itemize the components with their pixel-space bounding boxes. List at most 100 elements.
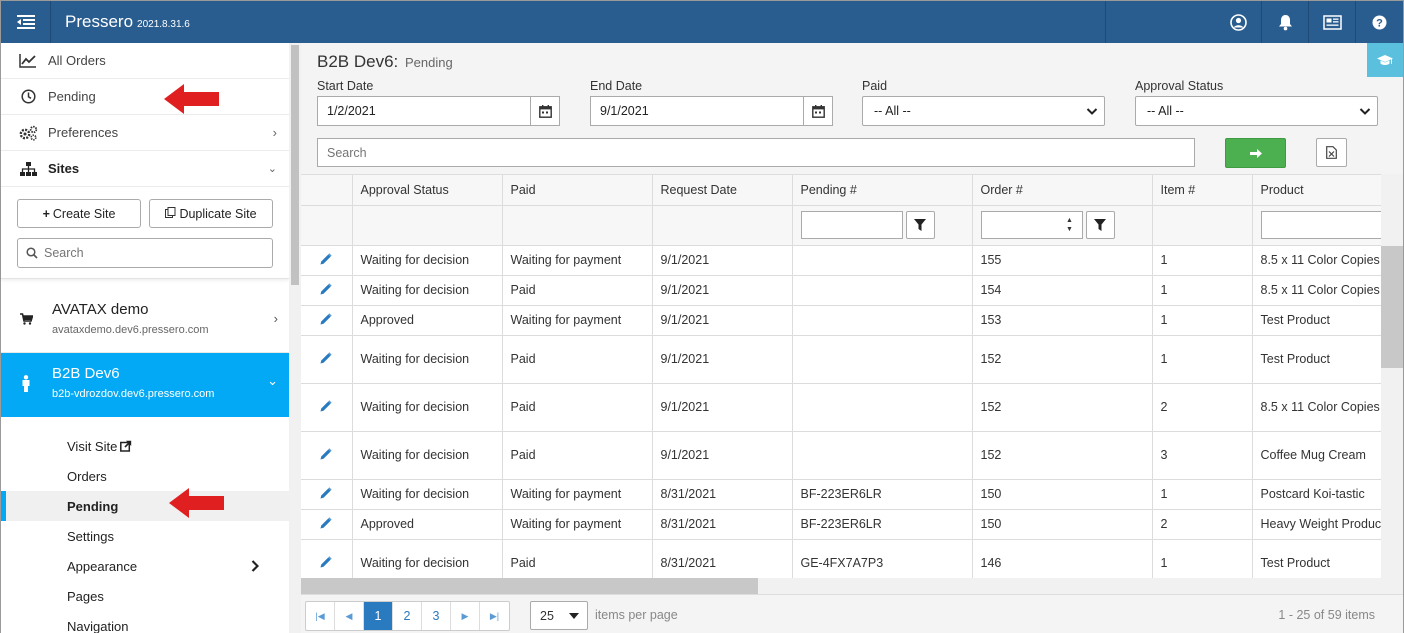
pencil-icon[interactable] — [320, 351, 332, 364]
sub-navigation[interactable]: Navigation — [1, 611, 289, 633]
table-row[interactable]: Waiting for decision Waiting for payment 9… — [301, 245, 1381, 276]
nav-preferences[interactable]: Preferences › — [1, 115, 289, 151]
filter-icon — [914, 219, 926, 231]
help-button[interactable]: ? — [1356, 1, 1402, 43]
start-date-input[interactable] — [318, 97, 530, 125]
col-pending-number[interactable]: Pending # — [792, 175, 973, 206]
sub-orders[interactable]: Orders — [1, 461, 289, 491]
create-site-button[interactable]: + Create Site — [17, 199, 141, 228]
sub-pending[interactable]: Pending — [1, 491, 289, 521]
grid-search-input[interactable] — [327, 145, 1127, 160]
sub-settings[interactable]: Settings — [1, 521, 289, 551]
edit-cell[interactable] — [301, 305, 353, 336]
order-number-cell: 152 — [972, 431, 1153, 480]
paid-cell: Waiting for payment — [502, 245, 653, 276]
news-button[interactable] — [1309, 1, 1355, 43]
app-brand[interactable]: Pressero 2021.8.31.6 — [65, 12, 190, 32]
grid-vertical-scrollbar[interactable] — [1381, 174, 1403, 594]
duplicate-site-button[interactable]: Duplicate Site — [149, 199, 273, 228]
sidebar-scrollbar[interactable] — [289, 43, 301, 633]
col-request-date[interactable]: Request Date — [652, 175, 793, 206]
last-page-button[interactable]: ▶| — [480, 602, 509, 630]
pencil-icon[interactable] — [320, 312, 332, 325]
approval-status-cell: Waiting for decision — [352, 245, 503, 276]
col-approval-status[interactable]: Approval Status — [352, 175, 503, 206]
scrollbar-thumb[interactable] — [301, 578, 758, 594]
site-search-input[interactable] — [44, 246, 244, 260]
table-row[interactable]: Waiting for decision Paid 9/1/2021 152 1 Test… — [301, 335, 1381, 384]
sub-appearance[interactable]: Appearance — [1, 551, 289, 581]
table-row[interactable]: Waiting for decision Waiting for payment 8… — [301, 479, 1381, 510]
prev-page-button[interactable]: ◀ — [335, 602, 364, 630]
site-name: AVATAX demo — [52, 301, 149, 318]
first-page-button[interactable]: |◀ — [306, 602, 335, 630]
spin-down-icon[interactable]: ▼ — [1066, 225, 1073, 234]
nav-pending[interactable]: Pending — [1, 79, 289, 115]
nav-sites[interactable]: Sites ⌄ — [1, 151, 289, 187]
edit-cell[interactable] — [301, 509, 353, 540]
edit-cell[interactable] — [301, 335, 353, 384]
sub-pages[interactable]: Pages — [1, 581, 289, 611]
user-button[interactable] — [1215, 1, 1261, 43]
edit-cell[interactable] — [301, 245, 353, 276]
table-row[interactable]: Waiting for decision Paid 9/1/2021 154 1 8.5 … — [301, 275, 1381, 306]
scrollbar-thumb[interactable] — [291, 45, 299, 285]
grid-horizontal-scrollbar[interactable] — [301, 578, 1381, 594]
item-number-cell: 1 — [1152, 479, 1253, 510]
pencil-icon[interactable] — [320, 399, 332, 412]
pencil-icon[interactable] — [320, 516, 332, 529]
calendar-icon[interactable] — [803, 97, 832, 125]
edit-cell[interactable] — [301, 383, 353, 432]
product-filter-input[interactable] — [1260, 211, 1380, 239]
calendar-icon[interactable] — [530, 97, 559, 125]
paid-select[interactable]: -- All -- — [862, 96, 1105, 126]
col-product[interactable]: Product — [1252, 175, 1381, 206]
pencil-icon[interactable] — [320, 447, 332, 460]
pending-filter-button[interactable] — [905, 211, 935, 239]
nav-all-orders[interactable]: All Orders — [1, 43, 289, 79]
table-row[interactable]: Waiting for decision Paid 9/1/2021 152 2 8.5 … — [301, 383, 1381, 432]
notifications-button[interactable] — [1262, 1, 1308, 43]
edit-cell[interactable] — [301, 275, 353, 306]
pencil-icon[interactable] — [320, 555, 332, 568]
site-card-avatax[interactable]: AVATAX demo avataxdemo.dev6.pressero.com… — [1, 289, 289, 353]
end-date-input[interactable] — [591, 97, 803, 125]
page-3-button[interactable]: 3 — [422, 602, 451, 630]
spinner[interactable]: ▲ ▼ — [1058, 212, 1082, 238]
edit-cell[interactable] — [301, 479, 353, 510]
next-page-button[interactable]: ▶ — [451, 602, 480, 630]
approval-status-select[interactable]: -- All -- — [1135, 96, 1378, 126]
pending-number-cell — [792, 305, 973, 336]
table-row[interactable]: Waiting for decision Paid 9/1/2021 152 3 Coff… — [301, 431, 1381, 480]
tutorial-button[interactable] — [1367, 43, 1403, 77]
menu-toggle-button[interactable] — [1, 1, 51, 43]
scrollbar-thumb[interactable] — [1381, 246, 1403, 368]
edit-cell[interactable] — [301, 431, 353, 480]
page-1-button[interactable]: 1 — [364, 602, 393, 630]
pencil-icon[interactable] — [320, 282, 332, 295]
col-order-number[interactable]: Order # — [972, 175, 1153, 206]
approval-status-filter: Approval Status -- All -- — [1135, 79, 1378, 126]
request-date-cell: 9/1/2021 — [652, 383, 793, 432]
chevron-right-icon: › — [272, 125, 277, 140]
order-filter-button[interactable] — [1085, 211, 1115, 239]
pencil-icon[interactable] — [320, 252, 332, 265]
order-number-filter-input[interactable]: ▲ ▼ — [980, 211, 1083, 239]
pencil-icon[interactable] — [320, 486, 332, 499]
site-card-b2b-dev6[interactable]: B2B Dev6 b2b-vdrozdov.dev6.pressero.com … — [1, 353, 289, 417]
pending-number-filter-input[interactable] — [800, 211, 903, 239]
col-paid[interactable]: Paid — [502, 175, 653, 206]
col-item-number[interactable]: Item # — [1152, 175, 1253, 206]
page-2-button[interactable]: 2 — [393, 602, 422, 630]
request-date-cell: 9/1/2021 — [652, 275, 793, 306]
apply-filter-button[interactable] — [1225, 138, 1286, 168]
request-date-cell: 8/31/2021 — [652, 509, 793, 540]
approval-status-value: -- All -- — [1147, 104, 1184, 118]
page-size-select[interactable]: 25 — [530, 601, 588, 630]
table-row[interactable]: Approved Waiting for payment 9/1/2021 153 1 T… — [301, 305, 1381, 336]
sub-visit-site[interactable]: Visit Site — [1, 431, 289, 461]
table-row[interactable]: Approved Waiting for payment 8/31/2021 BF-2… — [301, 509, 1381, 540]
grid-search — [317, 138, 1195, 167]
export-excel-button[interactable] — [1316, 138, 1347, 167]
spin-up-icon[interactable]: ▲ — [1066, 216, 1073, 225]
